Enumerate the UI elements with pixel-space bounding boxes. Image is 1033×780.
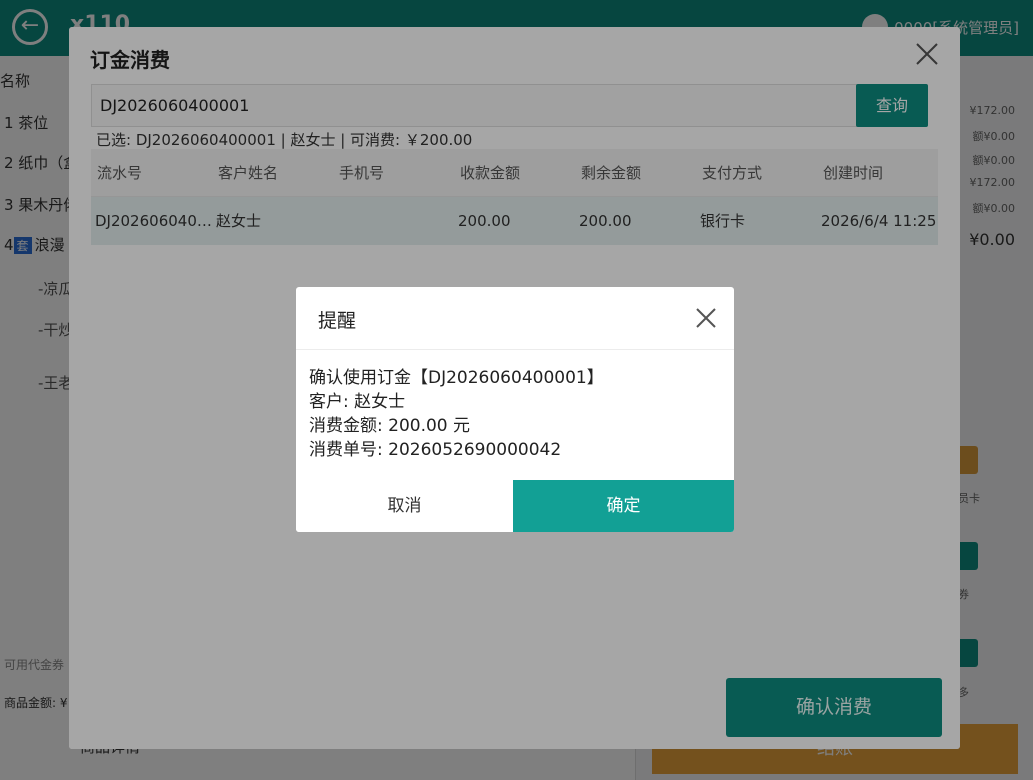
alert-line-customer: 客户: 赵女士 — [309, 392, 406, 412]
ok-button[interactable]: 确定 — [513, 480, 734, 532]
close-icon[interactable] — [694, 306, 718, 330]
confirm-alert-dialog: 提醒 确认使用订金【DJ2026060400001】 客户: 赵女士 消费金额:… — [296, 287, 734, 532]
divider — [296, 349, 734, 350]
alert-line-deposit: 确认使用订金【DJ2026060400001】 — [309, 368, 604, 388]
alert-message: 确认使用订金【DJ2026060400001】 客户: 赵女士 消费金额: 20… — [309, 366, 604, 462]
alert-line-amount: 消费金额: 200.00 元 — [309, 416, 471, 436]
alert-line-order-no: 消费单号: 2026052690000042 — [309, 440, 562, 460]
cancel-button[interactable]: 取消 — [296, 480, 513, 532]
alert-title: 提醒 — [318, 310, 357, 332]
